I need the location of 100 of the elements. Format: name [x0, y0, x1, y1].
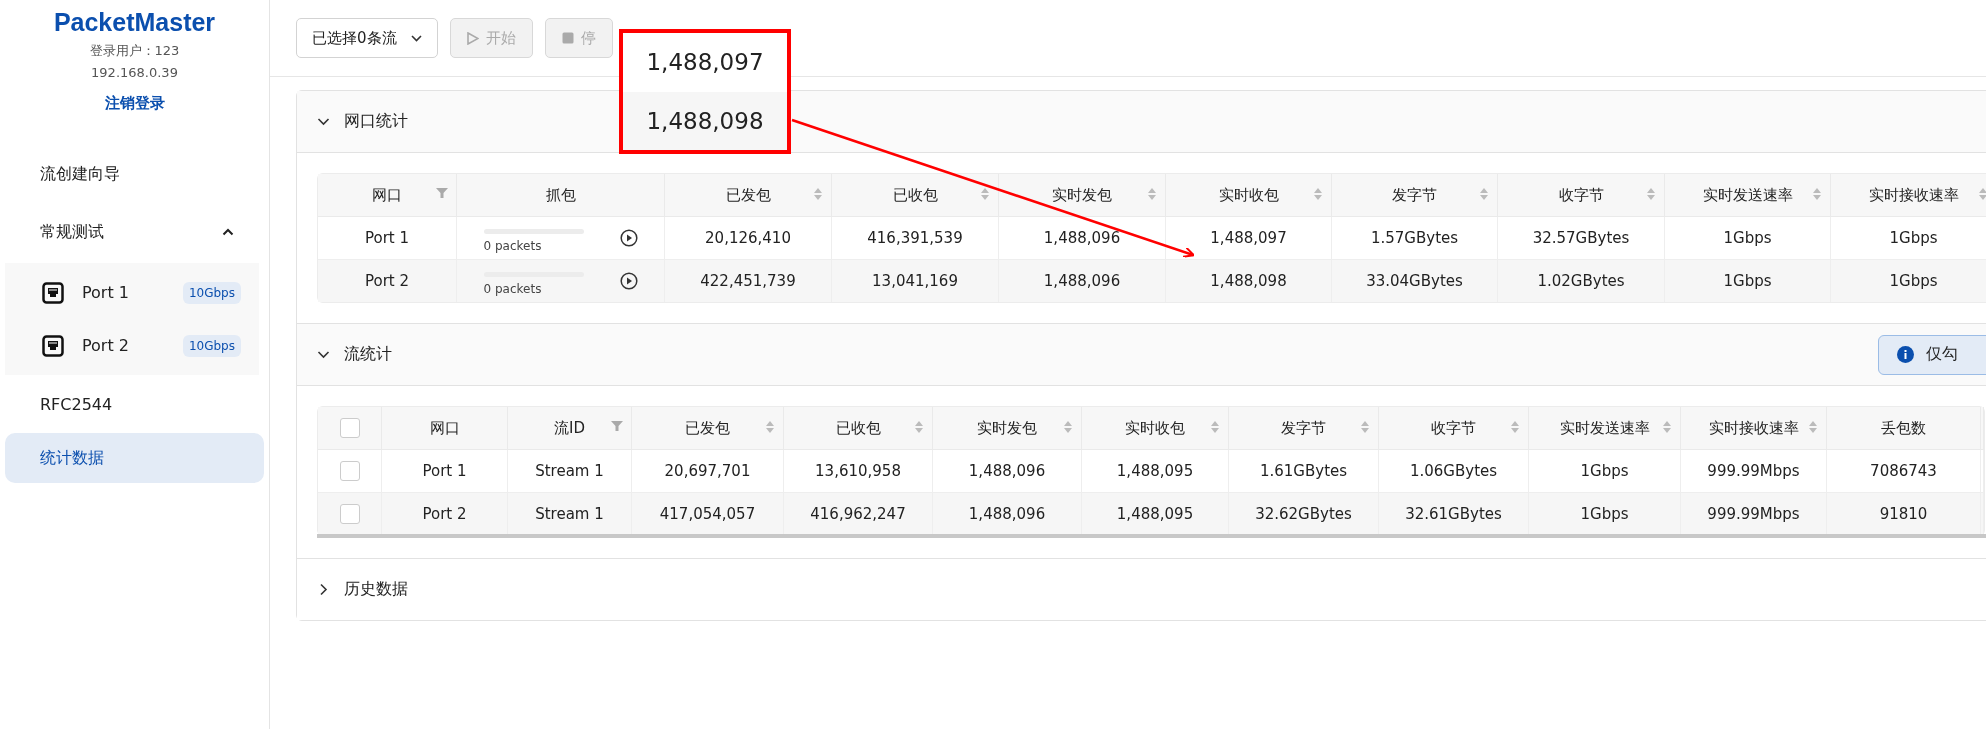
table-cell: 20,126,410	[705, 229, 791, 247]
caret-icon	[410, 34, 422, 42]
filter-icon[interactable]	[436, 187, 448, 199]
column-header: 已发包	[685, 418, 730, 437]
column-header: 网口	[372, 185, 402, 204]
column-header: 实时发送速率	[1702, 185, 1793, 204]
sort-icon[interactable]	[813, 187, 823, 201]
row-checkbox[interactable]	[339, 461, 360, 481]
sort-icon[interactable]	[1808, 420, 1818, 434]
port-nav-item[interactable]: Port 2 10Gbps	[5, 319, 259, 372]
app-logo: PacketMaster	[53, 8, 216, 37]
table-cell: 1,488,098	[1210, 272, 1287, 290]
column-header: 已收包	[835, 418, 881, 437]
section-header[interactable]: 流统计 仅勾	[297, 324, 1986, 386]
ethernet-port-icon	[42, 334, 64, 357]
column-header: 网口	[429, 418, 460, 437]
table-cell: 1,488,097	[1210, 229, 1287, 247]
sort-icon[interactable]	[1812, 187, 1822, 201]
filter-icon[interactable]	[611, 420, 623, 432]
column-header: 丢包数	[1881, 418, 1926, 437]
table-cell: Port 1	[364, 229, 410, 247]
table-cell: 1.61GBytes	[1259, 462, 1348, 480]
info-icon	[1897, 346, 1914, 363]
sort-icon[interactable]	[1063, 420, 1073, 434]
table-cell: 417,054,057	[659, 505, 756, 523]
column-header: 实时收包	[1125, 418, 1185, 437]
table-cell: 1Gbps	[1723, 229, 1772, 247]
sort-icon[interactable]	[1662, 420, 1672, 434]
table-cell: 1,488,096	[968, 505, 1046, 523]
table-cell: 1Gbps	[1723, 272, 1772, 290]
table-cell: 999.99Mbps	[1707, 462, 1800, 480]
sort-icon[interactable]	[914, 420, 924, 434]
table-cell: 416,391,539	[867, 229, 963, 247]
sort-icon[interactable]	[980, 187, 990, 201]
login-user: 登录用户：123	[89, 42, 180, 60]
ethernet-port-icon	[42, 281, 64, 304]
sort-icon[interactable]	[1147, 187, 1157, 201]
column-header: 抓包	[545, 185, 576, 204]
table-cell: Stream 1	[535, 462, 604, 480]
stop-icon	[561, 32, 574, 44]
table-cell: Port 2	[364, 272, 410, 290]
packet-count: 0 packets	[483, 282, 542, 296]
sort-icon[interactable]	[1313, 187, 1323, 201]
speed-badge: 10Gbps	[182, 334, 241, 357]
table-cell: 1Gbps	[1580, 505, 1629, 523]
table-cell: Stream 1	[535, 505, 604, 523]
column-header: 收字节	[1558, 185, 1604, 204]
chevron-icon	[222, 228, 234, 236]
table-cell: 1Gbps	[1889, 272, 1938, 290]
nav-item[interactable]: 流创建向导	[5, 149, 264, 199]
table-cell: 13,041,169	[872, 272, 958, 290]
port-nav-item[interactable]: Port 1 10Gbps	[5, 266, 259, 319]
sort-icon[interactable]	[1360, 420, 1370, 434]
sort-icon[interactable]	[1646, 187, 1656, 201]
sort-icon[interactable]	[1210, 420, 1220, 434]
table-cell: 1Gbps	[1580, 462, 1629, 480]
table-cell: 1,488,096	[968, 462, 1046, 480]
column-header: 发字节	[1281, 418, 1326, 437]
sort-icon[interactable]	[765, 420, 775, 434]
table-cell: 1,488,096	[1043, 272, 1121, 290]
packet-count: 0 packets	[483, 239, 542, 253]
select-all-checkbox[interactable]	[339, 418, 360, 438]
table-cell: 13,610,958	[815, 462, 901, 480]
table-cell: 1,488,096	[1043, 229, 1121, 247]
table-cell: 32.62GBytes	[1255, 505, 1352, 523]
sort-icon[interactable]	[1978, 187, 1986, 201]
play-icon	[466, 31, 479, 45]
table-cell: 999.99Mbps	[1707, 505, 1800, 523]
table-cell: Port 1	[422, 462, 467, 480]
table-cell: 33.04GBytes	[1366, 272, 1463, 290]
callout-value: 1,488,098	[646, 107, 764, 134]
column-header: 流ID	[554, 418, 585, 437]
table-cell: 416,962,247	[810, 505, 906, 523]
sort-icon[interactable]	[1479, 187, 1489, 201]
nav-group[interactable]: 常规测试	[5, 207, 264, 257]
column-header: 实时发包	[1052, 185, 1112, 204]
column-header: 发字节	[1392, 185, 1437, 204]
column-header: 实时收包	[1218, 185, 1279, 204]
table-cell: 20,697,701	[664, 462, 751, 480]
nav-item[interactable]: 统计数据	[5, 433, 264, 483]
column-header: 实时接收速率	[1708, 418, 1799, 437]
table-cell: 32.57GBytes	[1532, 229, 1630, 247]
play-icon[interactable]	[619, 229, 638, 247]
info-notice[interactable]: 仅勾	[1878, 334, 1986, 375]
table-cell: 32.61GBytes	[1405, 505, 1502, 523]
logout-link[interactable]: 注销登录	[104, 94, 165, 113]
table-cell: 1.06GBytes	[1409, 462, 1498, 480]
sort-icon[interactable]	[1510, 420, 1520, 434]
table-cell: 1Gbps	[1889, 229, 1938, 247]
nav-item[interactable]: RFC2544	[5, 379, 264, 429]
stream-select-dropdown[interactable]: 已选择0条流	[296, 18, 438, 58]
speed-badge: 10Gbps	[182, 281, 241, 304]
column-header: 已收包	[892, 185, 938, 204]
column-header: 已发包	[725, 185, 771, 204]
table-cell: 1.57GBytes	[1370, 229, 1459, 247]
table-cell: 422,451,739	[700, 272, 796, 290]
table-cell: 91810	[1879, 505, 1928, 523]
column-header: 收字节	[1431, 418, 1476, 437]
play-icon[interactable]	[619, 272, 638, 290]
row-checkbox[interactable]	[339, 504, 360, 524]
